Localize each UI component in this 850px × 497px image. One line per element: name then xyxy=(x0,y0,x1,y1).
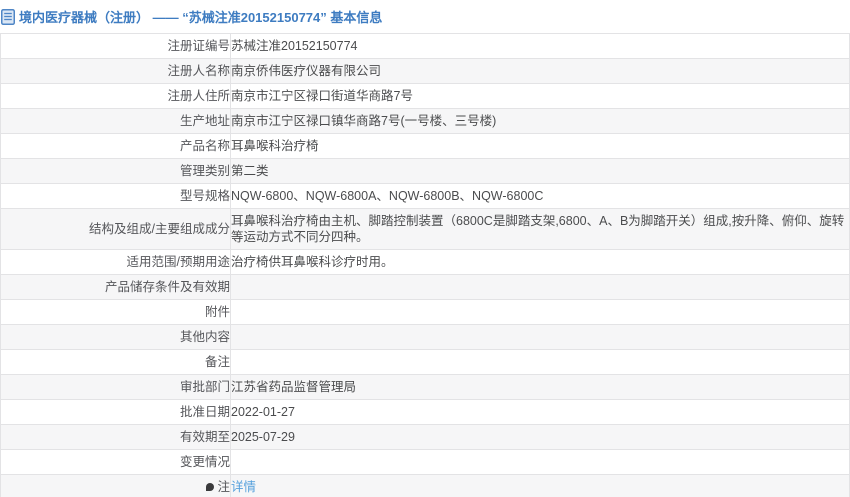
row-label: 适用范围/预期用途 xyxy=(0,249,231,275)
row-label: 其他内容 xyxy=(0,324,231,350)
table-row: 其他内容 xyxy=(0,324,850,350)
row-value: 江苏省药品监督管理局 xyxy=(230,374,850,400)
row-label: 型号规格 xyxy=(0,183,231,209)
row-label: 生产地址 xyxy=(0,108,231,134)
registration-info-table: 注册证编号 苏械注准20152150774 注册人名称 南京侨伟医疗仪器有限公司… xyxy=(0,33,850,497)
table-row: 注册人名称 南京侨伟医疗仪器有限公司 xyxy=(0,58,850,84)
row-value: 南京市江宁区禄口街道华商路7号 xyxy=(230,83,850,109)
note-label: 注 xyxy=(217,480,230,494)
row-label: 注册证编号 xyxy=(0,33,231,59)
row-value: 治疗椅供耳鼻喉科诊疗时用。 xyxy=(230,249,850,275)
table-row: 型号规格 NQW-6800、NQW-6800A、NQW-6800B、NQW-68… xyxy=(0,183,850,209)
table-row: 变更情况 xyxy=(0,449,850,475)
table-row: 有效期至 2025-07-29 xyxy=(0,424,850,450)
table-row: 适用范围/预期用途 治疗椅供耳鼻喉科诊疗时用。 xyxy=(0,249,850,275)
table-row: 附件 xyxy=(0,299,850,325)
table-row: 产品储存条件及有效期 xyxy=(0,274,850,300)
table-row: 管理类别 第二类 xyxy=(0,158,850,184)
row-value: 第二类 xyxy=(230,158,850,184)
row-label: 注册人住所 xyxy=(0,83,231,109)
row-value: 苏械注准20152150774 xyxy=(230,33,850,59)
row-value: NQW-6800、NQW-6800A、NQW-6800B、NQW-6800C xyxy=(230,183,850,209)
page-header: 境内医疗器械（注册） —— “苏械注准20152150774” 基本信息 xyxy=(0,0,850,33)
row-value xyxy=(230,274,850,300)
table-row: 产品名称 耳鼻喉科治疗椅 xyxy=(0,133,850,159)
table-row: 注 详情 xyxy=(0,474,850,497)
table-row: 备注 xyxy=(0,349,850,375)
table-row: 批准日期 2022-01-27 xyxy=(0,399,850,425)
row-label: 审批部门 xyxy=(0,374,231,400)
row-value: 南京侨伟医疗仪器有限公司 xyxy=(230,58,850,84)
row-label: 附件 xyxy=(0,299,231,325)
row-label: 备注 xyxy=(0,349,231,375)
row-label: 产品储存条件及有效期 xyxy=(0,274,231,300)
row-value: 耳鼻喉科治疗椅 xyxy=(230,133,850,159)
row-value xyxy=(230,349,850,375)
table-row: 结构及组成/主要组成成分 耳鼻喉科治疗椅由主机、脚踏控制装置（6800C是脚踏支… xyxy=(0,208,850,250)
table-row: 注册人住所 南京市江宁区禄口街道华商路7号 xyxy=(0,83,850,109)
document-icon xyxy=(1,8,15,25)
detail-link[interactable]: 详情 xyxy=(231,480,256,494)
row-value: 南京市江宁区禄口镇华商路7号(一号楼、三号楼) xyxy=(230,108,850,134)
row-label: 注 xyxy=(0,474,231,497)
page-title: 境内医疗器械（注册） —— “苏械注准20152150774” 基本信息 xyxy=(19,10,383,25)
row-label: 管理类别 xyxy=(0,158,231,184)
pin-icon xyxy=(206,483,215,491)
row-value xyxy=(230,449,850,475)
row-value xyxy=(230,324,850,350)
row-label: 有效期至 xyxy=(0,424,231,450)
table-row: 生产地址 南京市江宁区禄口镇华商路7号(一号楼、三号楼) xyxy=(0,108,850,134)
row-value: 详情 xyxy=(230,474,850,497)
table-row: 审批部门 江苏省药品监督管理局 xyxy=(0,374,850,400)
row-label: 产品名称 xyxy=(0,133,231,159)
row-label: 批准日期 xyxy=(0,399,231,425)
row-label: 结构及组成/主要组成成分 xyxy=(0,208,231,250)
row-value xyxy=(230,299,850,325)
row-value: 2022-01-27 xyxy=(230,399,850,425)
row-value: 2025-07-29 xyxy=(230,424,850,450)
row-label: 变更情况 xyxy=(0,449,231,475)
row-label: 注册人名称 xyxy=(0,58,231,84)
table-row: 注册证编号 苏械注准20152150774 xyxy=(0,33,850,59)
row-value: 耳鼻喉科治疗椅由主机、脚踏控制装置（6800C是脚踏支架,6800、A、B为脚踏… xyxy=(230,208,850,250)
